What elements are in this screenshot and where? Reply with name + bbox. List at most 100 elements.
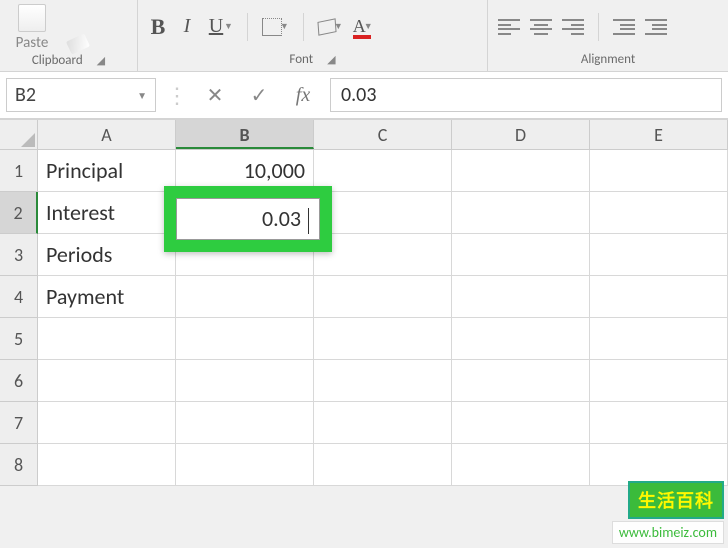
cell-D7[interactable] <box>452 402 590 444</box>
cell-D2[interactable] <box>452 192 590 234</box>
cell-A3[interactable]: Periods <box>38 234 176 276</box>
cell-B1[interactable]: 10,000 <box>176 150 314 192</box>
borders-button[interactable]: ▼ <box>260 13 291 41</box>
row-header-6[interactable]: 6 <box>0 360 38 402</box>
font-color-button[interactable]: A▼ <box>351 13 375 41</box>
cell-C1[interactable] <box>314 150 452 192</box>
check-icon: ✓ <box>251 83 268 108</box>
cancel-button[interactable]: ✕ <box>198 78 232 112</box>
align-center-button[interactable] <box>528 13 554 41</box>
font-launcher-icon[interactable]: ◢ <box>327 53 335 66</box>
col-header-A[interactable]: A <box>38 120 176 149</box>
cell-C5[interactable] <box>314 318 452 360</box>
col-header-C[interactable]: C <box>314 120 452 149</box>
border-icon <box>262 18 282 36</box>
column-headers: A B C D E <box>0 120 728 150</box>
watermark-url: www.bimeiz.com <box>612 521 724 544</box>
row-header-1[interactable]: 1 <box>0 150 38 192</box>
fill-color-button[interactable]: ▼ <box>316 13 345 41</box>
cell-A5[interactable] <box>38 318 176 360</box>
cell-D1[interactable] <box>452 150 590 192</box>
decrease-indent-button[interactable] <box>611 13 637 41</box>
row-header-8[interactable]: 8 <box>0 444 38 486</box>
chevron-down-icon[interactable]: ▼ <box>224 21 233 32</box>
align-left-button[interactable] <box>496 13 522 41</box>
cell-C8[interactable] <box>314 444 452 486</box>
cell-C7[interactable] <box>314 402 452 444</box>
row-headers: 1 2 3 4 5 6 7 8 <box>0 150 38 486</box>
cell-A1[interactable]: Principal <box>38 150 176 192</box>
col-header-D[interactable]: D <box>452 120 590 149</box>
increase-indent-icon <box>645 19 667 35</box>
fill-icon <box>317 18 336 35</box>
insert-function-button[interactable]: fx <box>286 78 320 112</box>
copy-button[interactable] <box>62 21 82 35</box>
row-header-3[interactable]: 3 <box>0 234 38 276</box>
cell-A6[interactable] <box>38 360 176 402</box>
cell-C4[interactable] <box>314 276 452 318</box>
cell-B6[interactable] <box>176 360 314 402</box>
decrease-indent-icon <box>613 19 635 35</box>
fx-icon: fx <box>296 84 310 107</box>
clipboard-launcher-icon[interactable]: ◢ <box>97 54 105 67</box>
cell-B4[interactable] <box>176 276 314 318</box>
cell-A2[interactable]: Interest <box>38 192 176 234</box>
cell-E2[interactable] <box>590 192 728 234</box>
row-header-4[interactable]: 4 <box>0 276 38 318</box>
increase-indent-button[interactable] <box>643 13 669 41</box>
cell-A4[interactable]: Payment <box>38 276 176 318</box>
align-center-icon <box>530 19 552 35</box>
watermark-logo: 生活百科 <box>628 481 724 519</box>
align-left-icon <box>498 19 520 35</box>
cell-edit-value: 0.03 <box>262 205 301 232</box>
row-header-7[interactable]: 7 <box>0 402 38 444</box>
clipboard-group-label: Clipboard <box>32 53 83 68</box>
paste-button[interactable]: Paste <box>8 4 56 52</box>
cell-D6[interactable] <box>452 360 590 402</box>
cell-E4[interactable] <box>590 276 728 318</box>
name-box[interactable]: B2 ▼ <box>6 78 156 112</box>
chevron-down-icon[interactable]: ▼ <box>137 89 147 102</box>
cell-A7[interactable] <box>38 402 176 444</box>
cell-B3[interactable] <box>176 234 314 276</box>
cell-D4[interactable] <box>452 276 590 318</box>
formula-value: 0.03 <box>341 83 376 107</box>
cut-button[interactable] <box>62 5 82 19</box>
cell-E5[interactable] <box>590 318 728 360</box>
cell-E7[interactable] <box>590 402 728 444</box>
formula-input[interactable]: 0.03 <box>330 78 722 112</box>
cell-E8[interactable] <box>590 444 728 486</box>
x-icon: ✕ <box>207 83 224 108</box>
cell-D3[interactable] <box>452 234 590 276</box>
underline-button[interactable]: U▼ <box>204 13 235 41</box>
cell-edit-input[interactable]: 0.03 <box>176 198 320 240</box>
font-group: B I U▼ ▼ ▼ A▼ Font ◢ <box>138 0 488 71</box>
paste-icon <box>18 4 46 32</box>
cell-C6[interactable] <box>314 360 452 402</box>
alignment-group-label: Alignment <box>581 52 635 67</box>
cell-C3[interactable] <box>314 234 452 276</box>
cell-C2[interactable] <box>314 192 452 234</box>
cell-B7[interactable] <box>176 402 314 444</box>
watermark: 生活百科 www.bimeiz.com <box>612 481 724 544</box>
cell-D5[interactable] <box>452 318 590 360</box>
alignment-group: Alignment <box>488 0 728 71</box>
col-header-E[interactable]: E <box>590 120 728 149</box>
cell-B5[interactable] <box>176 318 314 360</box>
row-header-5[interactable]: 5 <box>0 318 38 360</box>
cell-A8[interactable] <box>38 444 176 486</box>
cell-E3[interactable] <box>590 234 728 276</box>
italic-button[interactable]: I <box>176 13 198 41</box>
cell-E6[interactable] <box>590 360 728 402</box>
cell-B8[interactable] <box>176 444 314 486</box>
col-header-B[interactable]: B <box>176 120 314 149</box>
cell-grid: Principal 10,000 Interest Periods <box>38 150 728 486</box>
worksheet: A B C D E 1 2 3 4 5 6 7 8 Principal 10,0… <box>0 120 728 486</box>
cell-D8[interactable] <box>452 444 590 486</box>
align-right-button[interactable] <box>560 13 586 41</box>
row-header-2[interactable]: 2 <box>0 192 38 234</box>
bold-button[interactable]: B <box>146 13 170 41</box>
enter-button[interactable]: ✓ <box>242 78 276 112</box>
cell-E1[interactable] <box>590 150 728 192</box>
select-all-corner[interactable] <box>0 120 38 149</box>
